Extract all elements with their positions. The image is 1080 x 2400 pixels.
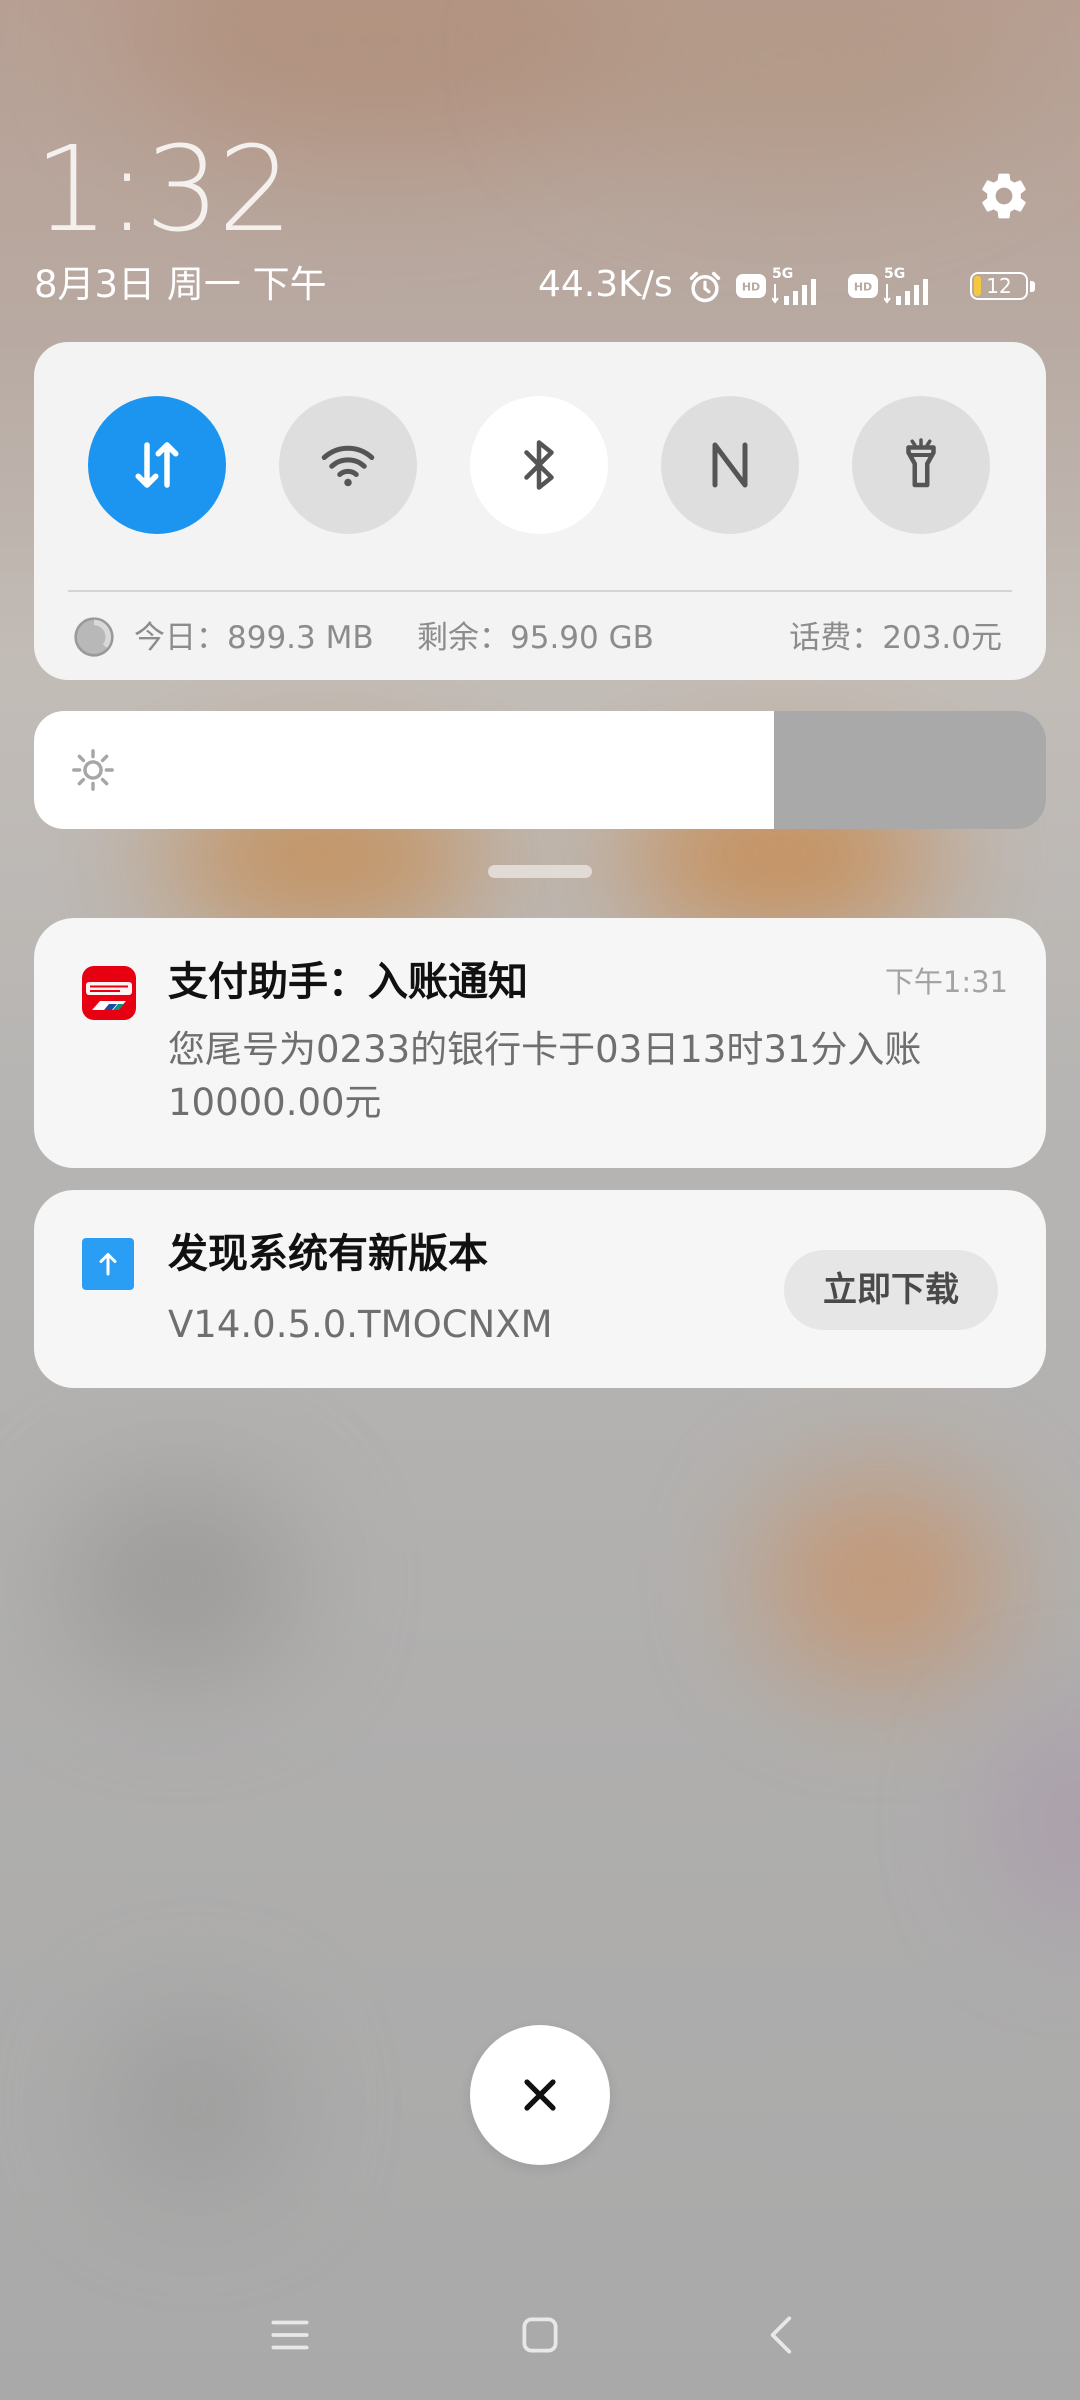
battery-icon: 12 <box>970 272 1036 302</box>
back-icon[interactable] <box>758 2310 808 2360</box>
wifi-toggle[interactable] <box>279 396 417 534</box>
hd-label-2: HD <box>854 281 872 294</box>
alarm-clock-icon <box>689 271 721 303</box>
phone-balance: 话费：203.0元 <box>789 620 1002 656</box>
unionpay-icon <box>82 966 136 1020</box>
nfc-icon <box>712 442 748 488</box>
clear-notifications-button[interactable] <box>470 2025 610 2165</box>
notification-body: 您尾号为0233的银行卡于03日13时31分入账 10000.00元 <box>168 1023 921 1129</box>
signal-5g-icon: 5G <box>772 266 816 305</box>
arrows-updown-icon <box>135 442 179 488</box>
close-icon <box>524 2079 556 2111</box>
notification-system-update[interactable]: 发现系统有新版本 V14.0.5.0.TMOCNXM 立即下载 <box>34 1190 1046 1388</box>
battery-level: 12 <box>986 274 1012 298</box>
download-now-button[interactable]: 立即下载 <box>784 1250 998 1330</box>
notification-body-line-1: 您尾号为0233的银行卡于03日13时31分入账 <box>168 1028 922 1071</box>
wifi-icon <box>321 445 375 487</box>
settings-gear-icon[interactable] <box>976 168 1032 224</box>
network-type-label-2: 5G <box>884 266 905 282</box>
data-usage-today: 今日：899.3 MB <box>134 620 374 656</box>
date-label: 8月3日 周一 下午 <box>34 263 327 306</box>
flashlight-icon <box>906 438 936 488</box>
hd-badge-icon-2: HD <box>848 274 878 298</box>
notification-payment[interactable]: 支付助手：入账通知 下午1:31 您尾号为0233的银行卡于03日13时31分入… <box>34 918 1046 1168</box>
brightness-sun-icon <box>72 749 114 791</box>
quick-settings-panel: 今日：899.3 MB 剩余：95.90 GB 话费：203.0元 <box>34 342 1046 680</box>
menu-icon[interactable] <box>265 2310 315 2360</box>
data-remaining: 剩余：95.90 GB <box>417 620 654 656</box>
signal-5g-icon-2: 5G <box>884 266 928 305</box>
data-usage-icon <box>74 617 114 657</box>
panel-drag-handle[interactable] <box>488 865 592 878</box>
brightness-level-fill <box>34 711 774 829</box>
nfc-toggle[interactable] <box>661 396 799 534</box>
notification-body-line-2: 10000.00元 <box>168 1081 382 1124</box>
brightness-slider[interactable] <box>34 711 1046 829</box>
bluetooth-icon <box>524 440 554 490</box>
notification-time: 下午1:31 <box>884 965 1008 999</box>
network-type-label: 5G <box>772 266 793 282</box>
clock: 1:32 <box>34 120 293 258</box>
divider <box>68 590 1012 592</box>
notification-body: V14.0.5.0.TMOCNXM <box>168 1303 553 1346</box>
notification-title: 支付助手：入账通知 <box>168 959 528 1005</box>
system-update-icon <box>82 1238 134 1290</box>
flashlight-toggle[interactable] <box>852 396 990 534</box>
bluetooth-toggle[interactable] <box>470 396 608 534</box>
hd-badge-icon: HD <box>736 274 766 298</box>
home-icon[interactable] <box>515 2310 565 2360</box>
notification-title: 发现系统有新版本 <box>168 1231 488 1277</box>
mobile-data-toggle[interactable] <box>88 396 226 534</box>
hd-label: HD <box>742 281 760 294</box>
network-speed: 44.3K/s <box>538 264 673 305</box>
